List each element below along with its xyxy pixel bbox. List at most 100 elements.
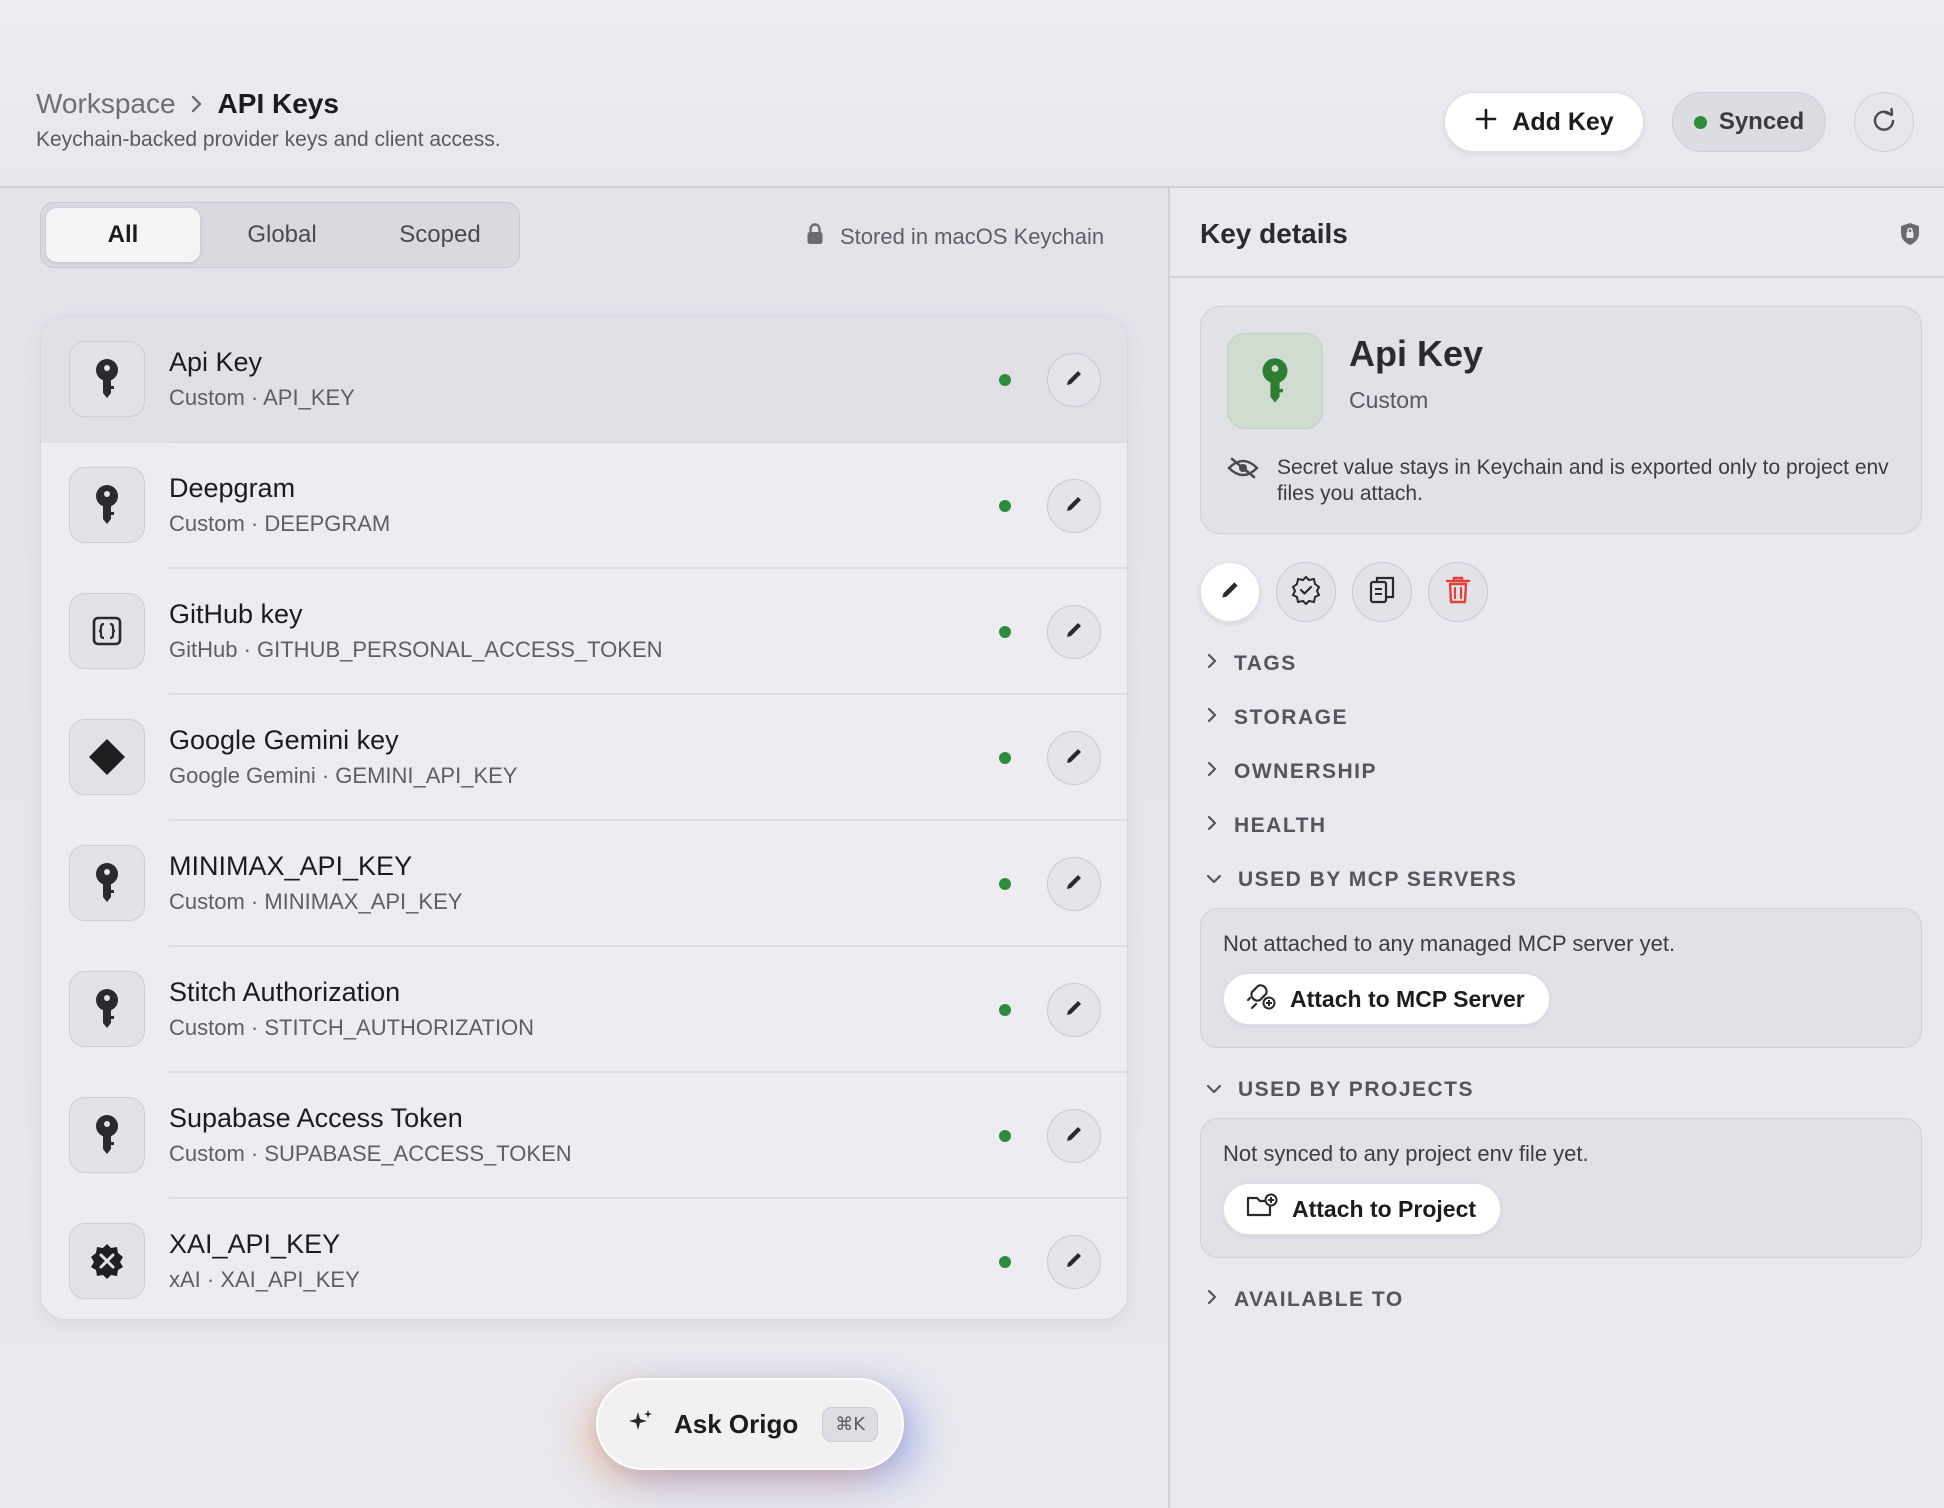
pencil-icon — [1063, 871, 1085, 898]
synced-status-button[interactable]: Synced — [1672, 92, 1826, 152]
chevron-right-icon — [1206, 1288, 1218, 1312]
sparkle-icon — [626, 1407, 656, 1442]
pencil-icon — [1063, 997, 1085, 1024]
edit-key-button[interactable] — [1047, 1109, 1101, 1163]
key-subtitle: Custom · API_KEY — [169, 385, 355, 410]
status-dot — [999, 374, 1011, 386]
refresh-button[interactable] — [1854, 92, 1914, 152]
key-icon — [69, 845, 145, 921]
status-dot — [999, 500, 1011, 512]
key-row-stitch[interactable]: Stitch Authorization Custom · STITCH_AUT… — [41, 947, 1127, 1073]
key-subtitle: Custom · MINIMAX_API_KEY — [169, 889, 463, 914]
key-subtitle: Custom · SUPABASE_ACCESS_TOKEN — [169, 1141, 572, 1166]
attach-mcp-button[interactable]: Attach to MCP Server — [1223, 973, 1550, 1025]
details-header: Key details — [1170, 188, 1944, 278]
folder-plus-icon — [1246, 1193, 1278, 1225]
secret-note-text: Secret value stays in Keychain and is ex… — [1277, 456, 1889, 506]
status-dot — [999, 878, 1011, 890]
page-subtitle: Keychain-backed provider keys and client… — [36, 128, 501, 151]
key-row-minimax[interactable]: MINIMAX_API_KEY Custom · MINIMAX_API_KEY — [41, 821, 1127, 947]
section-tags[interactable]: TAGS — [1206, 652, 1297, 676]
key-row-deepgram[interactable]: Deepgram Custom · DEEPGRAM — [41, 443, 1127, 569]
copy-icon — [1368, 575, 1396, 610]
tab-scoped[interactable]: Scoped — [363, 208, 517, 262]
section-label: OWNERSHIP — [1234, 760, 1378, 783]
section-label: USED BY PROJECTS — [1238, 1078, 1474, 1101]
key-title: GitHub key — [169, 599, 303, 629]
trash-icon — [1445, 575, 1471, 610]
secret-note: Secret value stays in Keychain and is ex… — [1227, 455, 1907, 508]
key-title: Supabase Access Token — [169, 1103, 463, 1133]
key-icon — [69, 341, 145, 417]
key-subtitle: xAI · XAI_API_KEY — [169, 1267, 360, 1292]
section-health[interactable]: HEALTH — [1206, 814, 1327, 838]
section-projects[interactable]: USED BY PROJECTS — [1206, 1078, 1474, 1102]
breadcrumb-workspace[interactable]: Workspace — [36, 88, 176, 120]
key-subtitle: Custom · STITCH_AUTHORIZATION — [169, 1015, 535, 1040]
section-label: STORAGE — [1234, 706, 1348, 729]
eye-slash-icon — [1227, 457, 1259, 508]
attach-project-button[interactable]: Attach to Project — [1223, 1183, 1502, 1235]
pencil-icon — [1063, 745, 1085, 772]
edit-key-button[interactable] — [1047, 353, 1101, 407]
section-ownership[interactable]: OWNERSHIP — [1206, 760, 1377, 784]
mcp-servers-card: Not attached to any managed MCP server y… — [1200, 908, 1922, 1048]
section-storage[interactable]: STORAGE — [1206, 706, 1348, 730]
detail-actions — [1200, 562, 1488, 622]
ask-origo-label: Ask Origo — [674, 1408, 799, 1439]
projects-card: Not synced to any project env file yet. … — [1200, 1118, 1922, 1258]
keys-pane: All Global Scoped Stored in macOS Keycha… — [0, 188, 1168, 1508]
key-row-google-gemini[interactable]: Google Gemini key Google Gemini · GEMINI… — [41, 695, 1127, 821]
key-row-github[interactable]: GitHub key GitHub · GITHUB_PERSONAL_ACCE… — [41, 569, 1127, 695]
synced-dot — [1693, 115, 1707, 129]
key-row-xai[interactable]: XAI_API_KEY xAI · XAI_API_KEY — [41, 1199, 1127, 1319]
tab-global[interactable]: Global — [205, 208, 359, 262]
diamond-icon — [69, 719, 145, 795]
edit-button[interactable] — [1200, 562, 1260, 622]
status-dot — [999, 752, 1011, 764]
copy-button[interactable] — [1352, 562, 1412, 622]
add-key-label: Add Key — [1512, 107, 1614, 136]
key-subtitle: Google Gemini · GEMINI_API_KEY — [169, 763, 518, 788]
edit-key-button[interactable] — [1047, 1235, 1101, 1289]
attach-project-label: Attach to Project — [1292, 1195, 1477, 1222]
keychain-note-text: Stored in macOS Keychain — [840, 224, 1105, 249]
edit-key-button[interactable] — [1047, 857, 1101, 911]
key-title: Api Key — [169, 347, 263, 377]
status-dot — [999, 1130, 1011, 1142]
synced-label: Synced — [1718, 108, 1805, 135]
chevron-right-icon — [1206, 706, 1218, 730]
delete-button[interactable] — [1428, 562, 1488, 622]
detail-key-kind: Custom — [1349, 387, 1429, 413]
key-icon — [1227, 333, 1323, 429]
key-title: XAI_API_KEY — [169, 1229, 341, 1259]
chevron-down-icon — [1206, 868, 1222, 892]
add-key-button[interactable]: Add Key — [1444, 92, 1644, 152]
pencil-icon — [1063, 493, 1085, 520]
section-label: TAGS — [1234, 652, 1297, 675]
key-icon — [69, 1097, 145, 1173]
ask-origo-button[interactable]: Ask Origo ⌘K — [596, 1378, 904, 1470]
keys-list: Api Key Custom · API_KEY Deepgram Custom… — [40, 316, 1128, 1320]
shield-lock-icon[interactable] — [1900, 222, 1920, 251]
edit-key-button[interactable] — [1047, 731, 1101, 785]
verify-button[interactable] — [1276, 562, 1336, 622]
key-summary-card: Api Key Custom Secret value stays in Key… — [1200, 306, 1922, 534]
pencil-icon — [1063, 619, 1085, 646]
top-header: Workspace API Keys Keychain-backed provi… — [0, 0, 1944, 188]
edit-key-button[interactable] — [1047, 605, 1101, 659]
tab-all[interactable]: All — [46, 208, 200, 262]
xai-badge-icon — [69, 1223, 145, 1299]
section-available-to[interactable]: AVAILABLE TO — [1206, 1288, 1404, 1312]
details-title: Key details — [1200, 218, 1348, 249]
edit-key-button[interactable] — [1047, 983, 1101, 1037]
key-row-supabase[interactable]: Supabase Access Token Custom · SUPABASE_… — [41, 1073, 1127, 1199]
shortcut-badge: ⌘K — [822, 1406, 879, 1442]
detail-key-name: Api Key — [1349, 333, 1484, 374]
section-mcp-servers[interactable]: USED BY MCP SERVERS — [1206, 868, 1517, 892]
key-row-api-key[interactable]: Api Key Custom · API_KEY — [41, 317, 1127, 443]
key-title: Deepgram — [169, 473, 296, 503]
edit-key-button[interactable] — [1047, 479, 1101, 533]
pencil-icon — [1218, 578, 1242, 607]
section-label: AVAILABLE TO — [1234, 1288, 1404, 1311]
